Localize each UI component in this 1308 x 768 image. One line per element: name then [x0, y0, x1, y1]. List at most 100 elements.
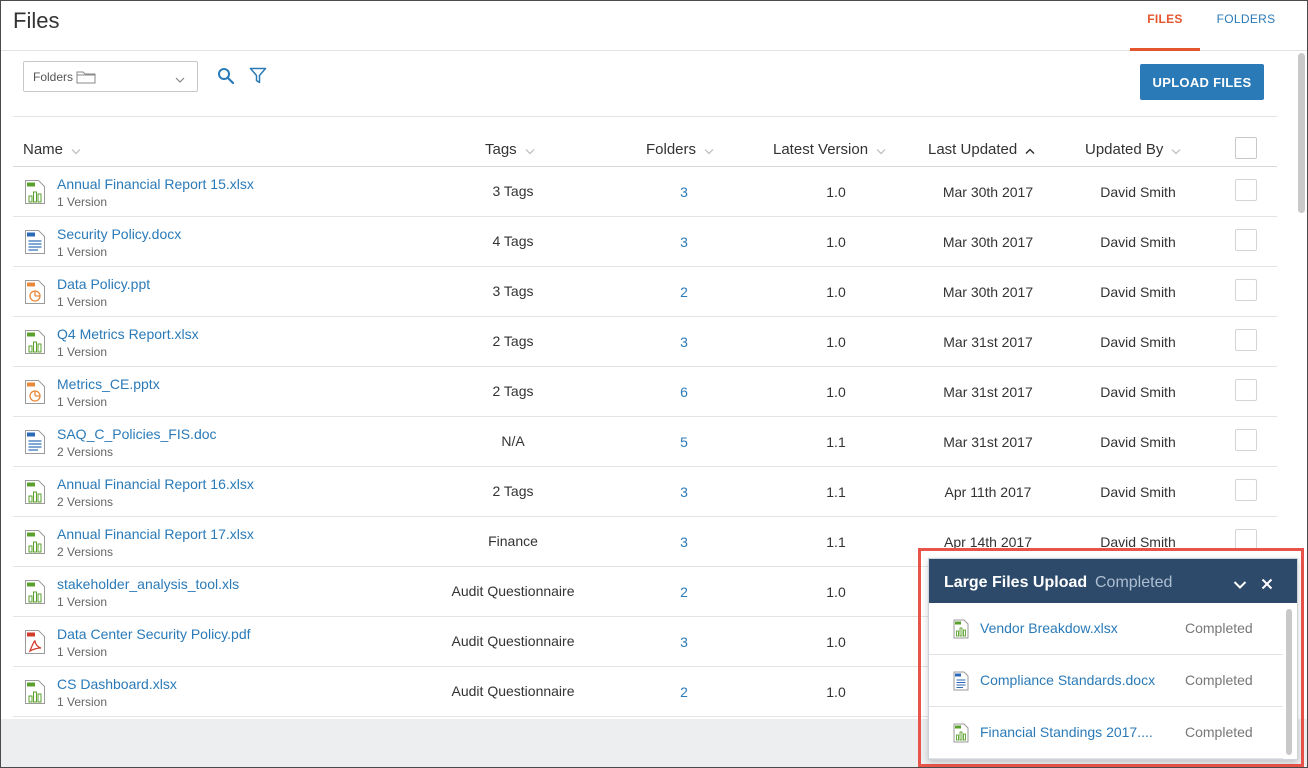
excel-icon — [24, 479, 46, 510]
file-name-link[interactable]: Annual Financial Report 15.xlsx — [57, 176, 254, 192]
table-row[interactable]: Annual Financial Report 16.xlsx 2 Version… — [13, 467, 1277, 517]
file-folders-link[interactable]: 3 — [634, 634, 734, 650]
upload-file-link[interactable]: Vendor Breakdow.xlsx — [980, 620, 1118, 636]
file-folders-link[interactable]: 2 — [634, 584, 734, 600]
file-tags: N/A — [501, 433, 525, 449]
minimize-chevron-icon[interactable] — [1233, 577, 1247, 595]
file-version-count: 1 Version — [57, 395, 108, 409]
file-folders-link[interactable]: 3 — [634, 334, 734, 350]
upload-file-link[interactable]: Compliance Standards.docx — [980, 672, 1155, 688]
file-name-link[interactable]: Security Policy.docx — [57, 226, 181, 242]
file-updated-by: David Smith — [1100, 484, 1176, 500]
filter-icon[interactable] — [249, 67, 267, 90]
column-header-updated-by[interactable]: Updated By — [1085, 141, 1181, 159]
table-row[interactable]: Security Policy.docx 1 Version 4 Tags 3 1.0 M… — [13, 217, 1277, 267]
column-header-label: Name — [23, 141, 64, 158]
file-updated-by: David Smith — [1100, 234, 1176, 250]
file-name-link[interactable]: Annual Financial Report 16.xlsx — [57, 476, 254, 492]
upload-panel-scrollbar[interactable] — [1286, 609, 1292, 755]
file-last-updated: Mar 30th 2017 — [942, 184, 1034, 200]
file-folders-link[interactable]: 6 — [634, 384, 734, 400]
file-last-updated: Mar 31st 2017 — [943, 384, 1033, 400]
row-checkbox[interactable] — [1235, 379, 1257, 401]
file-version-count: 2 Versions — [57, 445, 114, 459]
file-name-link[interactable]: CS Dashboard.xlsx — [57, 676, 177, 692]
column-header-name[interactable]: Name — [23, 141, 81, 159]
file-folders-link[interactable]: 3 — [634, 534, 734, 550]
row-checkbox[interactable] — [1235, 229, 1257, 251]
file-version-count: 1 Version — [57, 295, 108, 309]
file-tags: 3 Tags — [492, 183, 534, 199]
tab-folders[interactable]: FOLDERS — [1211, 1, 1281, 51]
table-row[interactable]: Annual Financial Report 15.xlsx 1 Version… — [13, 167, 1277, 217]
file-latest-version: 1.1 — [826, 484, 846, 500]
file-version-count: 1 Version — [57, 245, 108, 259]
upload-item: Compliance Standards.docx Completed — [929, 655, 1283, 707]
file-name-link[interactable]: stakeholder_analysis_tool.xls — [57, 576, 239, 592]
page-scrollbar[interactable] — [1298, 53, 1305, 213]
upload-status: Completed — [1185, 620, 1253, 636]
file-tags: 4 Tags — [492, 233, 534, 249]
table-header: Name Tags Folders Latest Version Last Up… — [13, 131, 1277, 167]
word-icon — [24, 429, 46, 460]
table-row[interactable]: Data Policy.ppt 1 Version 3 Tags 2 1.0 Mar 30… — [13, 267, 1277, 317]
file-version-count: 2 Versions — [57, 495, 114, 509]
row-checkbox[interactable] — [1235, 279, 1257, 301]
row-checkbox[interactable] — [1235, 429, 1257, 451]
file-updated-by: David Smith — [1100, 184, 1176, 200]
row-checkbox[interactable] — [1235, 329, 1257, 351]
file-last-updated: Mar 31st 2017 — [943, 334, 1033, 350]
file-updated-by: David Smith — [1100, 434, 1176, 450]
file-name-link[interactable]: SAQ_C_Policies_FIS.doc — [57, 426, 217, 442]
file-latest-version: 1.0 — [826, 284, 846, 300]
file-tags: 2 Tags — [492, 333, 534, 349]
file-name-link[interactable]: Data Center Security Policy.pdf — [57, 626, 251, 642]
upload-files-button[interactable]: UPLOAD FILES — [1140, 64, 1264, 100]
tab-files[interactable]: FILES — [1130, 1, 1200, 51]
table-row[interactable]: Metrics_CE.pptx 1 Version 2 Tags 6 1.0 Mar 31… — [13, 367, 1277, 417]
file-folders-link[interactable]: 3 — [634, 484, 734, 500]
file-folders-link[interactable]: 2 — [634, 684, 734, 700]
chevron-down-icon — [704, 142, 714, 159]
column-header-label: Folders — [646, 141, 697, 158]
divider — [13, 116, 1277, 117]
column-header-latest-version[interactable]: Latest Version — [773, 141, 886, 159]
close-icon[interactable] — [1261, 577, 1273, 595]
excel-icon — [24, 679, 46, 710]
search-icon[interactable] — [217, 67, 235, 90]
upload-item: Vendor Breakdow.xlsx Completed — [929, 603, 1283, 655]
file-last-updated: Apr 11th 2017 — [944, 484, 1032, 500]
row-checkbox[interactable] — [1235, 479, 1257, 501]
upload-file-link[interactable]: Financial Standings 2017.... — [980, 724, 1153, 740]
file-version-count: 1 Version — [57, 345, 108, 359]
column-header-folders[interactable]: Folders — [646, 141, 714, 159]
file-folders-link[interactable]: 5 — [634, 434, 734, 450]
folder-select[interactable]: Folders — [23, 61, 198, 92]
file-tags: Audit Questionnaire — [451, 633, 575, 649]
file-name-link[interactable]: Q4 Metrics Report.xlsx — [57, 326, 199, 342]
file-version-count: 1 Version — [57, 695, 108, 709]
upload-panel-header: Large Files Upload Completed — [929, 559, 1297, 603]
file-version-count: 2 Versions — [57, 545, 114, 559]
column-header-last-updated[interactable]: Last Updated — [928, 141, 1035, 159]
table-row[interactable]: SAQ_C_Policies_FIS.doc 2 Versions N/A 5 1.1 M… — [13, 417, 1277, 467]
file-tags: 2 Tags — [492, 483, 534, 499]
upload-panel-status: Completed — [1095, 574, 1173, 591]
file-name-link[interactable]: Metrics_CE.pptx — [57, 376, 160, 392]
file-name-link[interactable]: Annual Financial Report 17.xlsx — [57, 526, 254, 542]
excel-icon — [24, 179, 46, 210]
file-name-link[interactable]: Data Policy.ppt — [57, 276, 150, 292]
file-folders-link[interactable]: 3 — [634, 184, 734, 200]
table-row[interactable]: Q4 Metrics Report.xlsx 1 Version 2 Tags 3 1.… — [13, 317, 1277, 367]
file-tags: Audit Questionnaire — [451, 683, 575, 699]
upload-status: Completed — [1185, 672, 1253, 688]
column-header-label: Updated By — [1085, 141, 1164, 158]
row-checkbox[interactable] — [1235, 179, 1257, 201]
file-folders-link[interactable]: 2 — [634, 284, 734, 300]
files-page: Files FILES FOLDERS Folders UPLOAD FILES… — [0, 0, 1308, 768]
chevron-down-icon — [1171, 142, 1181, 159]
select-all-checkbox[interactable] — [1235, 137, 1257, 159]
column-header-tags[interactable]: Tags — [485, 141, 535, 159]
folder-icon — [76, 70, 96, 89]
file-folders-link[interactable]: 3 — [634, 234, 734, 250]
